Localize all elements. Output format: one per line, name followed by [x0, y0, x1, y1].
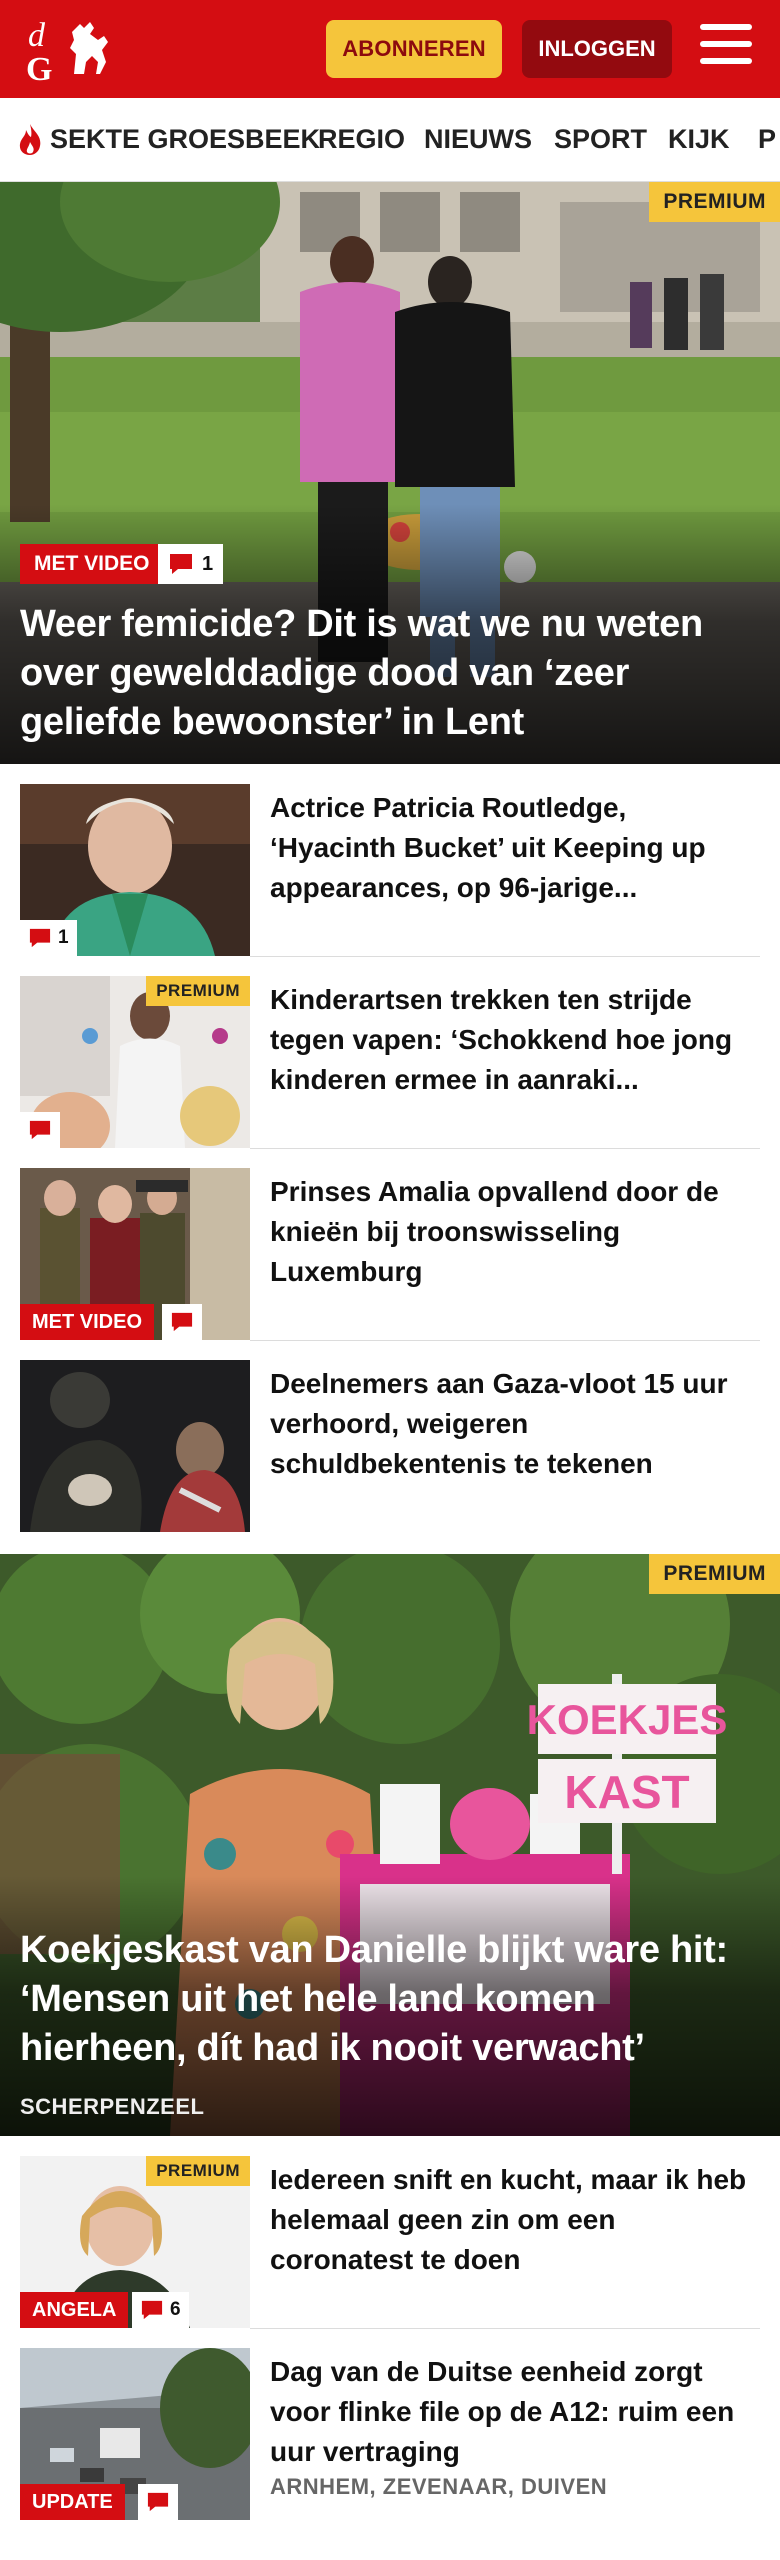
article-thumbnail: MET VIDEO: [20, 1168, 250, 1340]
location-label: ARNHEM, ZEVENAAR, DUIVEN: [270, 2474, 608, 2499]
section-nav: SEKTE GROESBEEK REGIO NIEUWS SPORT KIJK …: [0, 98, 780, 182]
hero-article-koekjeskast[interactable]: KOEKJES KAST PREMIUM Koekjeskast van Dan…: [0, 1554, 780, 2136]
hero-headline[interactable]: Weer femicide? Dit is wat we nu weten ov…: [20, 600, 760, 747]
flame-icon: [19, 124, 41, 155]
update-badge: UPDATE: [20, 2484, 125, 2520]
article-headline[interactable]: Iedereen snift en kucht, maar ik heb hel…: [270, 2160, 760, 2280]
nav-item-regio[interactable]: REGIO: [318, 124, 405, 155]
comment-count: 1: [202, 552, 214, 575]
article-thumbnail: [20, 1360, 250, 1532]
premium-badge: PREMIUM: [649, 182, 780, 222]
list-item[interactable]: PREMIUM Kinderartsen trekken ten strijde…: [0, 956, 780, 1149]
comment-chip[interactable]: [20, 1112, 60, 1148]
premium-badge: PREMIUM: [146, 2156, 250, 2186]
dg-logo[interactable]: d G: [24, 14, 120, 86]
site-header: d G ABONNEREN INLOGGEN: [0, 0, 780, 98]
subscribe-button[interactable]: ABONNEREN: [326, 20, 502, 78]
comment-icon: [170, 554, 192, 574]
comment-count: 6: [170, 2299, 181, 2320]
hero-headline[interactable]: Koekjeskast van Danielle blijkt ware hit…: [20, 1926, 760, 2073]
nav-item-sport[interactable]: SPORT: [554, 124, 647, 155]
article-thumbnail: UPDATE: [20, 2348, 250, 2520]
article-thumbnail: PREMIUM ANGELA 6: [20, 2156, 250, 2328]
author-badge: ANGELA: [20, 2292, 129, 2328]
premium-badge: PREMIUM: [146, 976, 250, 1006]
article-headline[interactable]: Kinderartsen trekken ten strijde tegen v…: [270, 980, 760, 1100]
hamburger-menu-icon[interactable]: [700, 24, 752, 72]
comment-icon: [29, 928, 51, 948]
comment-icon: [147, 2492, 169, 2512]
comment-chip[interactable]: [138, 2484, 178, 2520]
svg-text:G: G: [26, 51, 52, 86]
sign-text-koekjes: KOEKJES: [527, 1696, 728, 1743]
list-item[interactable]: 1 Actrice Patricia Routledge, ‘Hyacinth …: [0, 764, 780, 957]
nav-item-nieuws[interactable]: NIEUWS: [424, 124, 532, 155]
list-item[interactable]: MET VIDEO Prinses Amalia opvallend door …: [0, 1148, 780, 1341]
nav-item-more[interactable]: P: [758, 124, 776, 155]
article-headline[interactable]: Dag van de Duitse eenheid zorgt voor fli…: [270, 2352, 760, 2472]
article-thumbnail: 1: [20, 784, 250, 956]
list-item[interactable]: UPDATE Dag van de Duitse eenheid zorgt v…: [0, 2328, 780, 2520]
login-button[interactable]: INLOGGEN: [522, 20, 672, 78]
svg-text:d: d: [28, 17, 46, 54]
comment-count-chip[interactable]: 6: [132, 2292, 189, 2328]
comment-count-chip[interactable]: 1: [20, 920, 77, 956]
nav-item-kijk[interactable]: KIJK: [668, 124, 730, 155]
sign-text-kast: KAST: [564, 1766, 689, 1818]
comment-count-chip[interactable]: 1: [158, 544, 224, 584]
article-thumbnail: PREMIUM: [20, 976, 250, 1148]
comment-icon: [141, 2300, 163, 2320]
comment-icon: [171, 1312, 193, 1332]
premium-badge: PREMIUM: [649, 1554, 780, 1594]
article-headline[interactable]: Prinses Amalia opvallend door de knieën …: [270, 1172, 760, 1292]
article-headline[interactable]: Actrice Patricia Routledge, ‘Hyacinth Bu…: [270, 788, 760, 908]
location-label: SCHERPENZEEL: [20, 2094, 205, 2119]
comment-count: 1: [58, 927, 69, 948]
list-item[interactable]: Deelnemers aan Gaza-vloot 15 uur verhoor…: [0, 1340, 780, 1532]
video-badge: MET VIDEO: [20, 544, 164, 584]
video-badge: MET VIDEO: [20, 1304, 155, 1340]
list-item[interactable]: PREMIUM ANGELA 6 Iedereen snift en kucht…: [0, 2136, 780, 2329]
comment-icon: [29, 1120, 51, 1140]
comment-chip[interactable]: [162, 1304, 202, 1340]
hero-article-femicide[interactable]: PREMIUM MET VIDEO 1 Weer femicide? Dit i…: [0, 182, 780, 764]
article-headline[interactable]: Deelnemers aan Gaza-vloot 15 uur verhoor…: [270, 1364, 760, 1484]
nav-item-sekte-groesbeek[interactable]: SEKTE GROESBEEK: [50, 124, 320, 155]
